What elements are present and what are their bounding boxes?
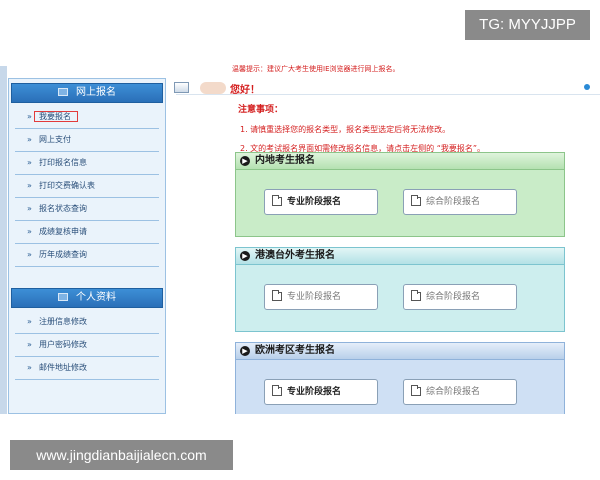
panel-title: ▶ 欧洲考区考生报名 bbox=[236, 343, 564, 360]
folder-icon bbox=[411, 195, 421, 206]
folder-icon bbox=[272, 290, 282, 301]
screenshot-page: TG: MYYJJPP 网上报名 » 我要报名 » 网上支付 » 打印报名信息 » 打印… bbox=[0, 0, 600, 480]
notice-title: 注意事项： bbox=[238, 105, 284, 115]
arrow-right-icon: » bbox=[27, 363, 32, 372]
person-icon bbox=[58, 293, 68, 301]
sidebar-item-print-payment-confirmation[interactable]: » 打印交费确认表 bbox=[15, 175, 159, 198]
arrow-circle-icon: ▶ bbox=[240, 346, 250, 356]
sidebar-item-edit-registration-info[interactable]: » 注册信息修改 bbox=[15, 311, 159, 334]
sidebar-item-past-scores[interactable]: » 历年成绩查询 bbox=[15, 244, 159, 267]
arrow-right-icon: » bbox=[27, 181, 32, 190]
monitor-icon bbox=[58, 88, 68, 96]
folder-icon bbox=[411, 385, 421, 396]
sidebar-item-change-password[interactable]: » 用户密码修改 bbox=[15, 334, 159, 357]
sidebar-item-change-email[interactable]: » 邮件地址修改 bbox=[15, 357, 159, 380]
europe-registration-panel: ▶ 欧洲考区考生报名 专业阶段报名 综合阶段报名 bbox=[235, 342, 565, 414]
screen-icon bbox=[174, 82, 189, 93]
info-dot-icon bbox=[584, 84, 590, 90]
arrow-right-icon: » bbox=[27, 340, 32, 349]
arrow-right-icon: » bbox=[27, 227, 32, 236]
folder-icon bbox=[272, 195, 282, 206]
sidebar-item-online-payment[interactable]: » 网上支付 bbox=[15, 129, 159, 152]
hk-macao-taiwan-registration-panel: ▶ 港澳台外考生报名 专业阶段报名 综合阶段报名 bbox=[235, 247, 565, 332]
arrow-right-icon: » bbox=[27, 112, 32, 121]
sidebar-item-register[interactable]: » 我要报名 bbox=[15, 106, 159, 129]
comprehensive-stage-button[interactable]: 综合阶段报名 bbox=[403, 189, 517, 215]
panel-title: ▶ 内地考生报名 bbox=[236, 153, 564, 170]
watermark-telegram: TG: MYYJJPP bbox=[465, 10, 590, 40]
mainland-registration-panel: ▶ 内地考生报名 专业阶段报名 综合阶段报名 bbox=[235, 152, 565, 237]
arrow-right-icon: » bbox=[27, 158, 32, 167]
arrow-right-icon: » bbox=[27, 317, 32, 326]
panel-title: ▶ 港澳台外考生报名 bbox=[236, 248, 564, 265]
sidebar-header-personal-info: 个人资料 bbox=[11, 288, 163, 308]
folder-icon bbox=[272, 385, 282, 396]
arrow-right-icon: » bbox=[27, 204, 32, 213]
professional-stage-button[interactable]: 专业阶段报名 bbox=[264, 379, 378, 405]
sidebar: 网上报名 » 我要报名 » 网上支付 » 打印报名信息 » 打印交费确认表 » 报名状态查… bbox=[8, 78, 166, 414]
blurred-username bbox=[200, 82, 226, 94]
comprehensive-stage-button[interactable]: 综合阶段报名 bbox=[403, 284, 517, 310]
exam-registration-app: 网上报名 » 我要报名 » 网上支付 » 打印报名信息 » 打印交费确认表 » 报名状态查… bbox=[0, 65, 600, 414]
sidebar-item-print-registration[interactable]: » 打印报名信息 bbox=[15, 152, 159, 175]
sidebar-header-online-registration: 网上报名 bbox=[11, 83, 163, 103]
content-header: 温馨提示：建议广大考生使用IE浏览器进行网上报名。 您好！ bbox=[172, 65, 600, 98]
comprehensive-stage-button[interactable]: 综合阶段报名 bbox=[403, 379, 517, 405]
arrow-circle-icon: ▶ bbox=[240, 156, 250, 166]
notice-line-1: 1. 请慎重选择您的报名类型，报名类型选定后将无法修改。 bbox=[240, 125, 451, 134]
professional-stage-button[interactable]: 专业阶段报名 bbox=[264, 189, 378, 215]
folder-icon bbox=[411, 290, 421, 301]
professional-stage-button[interactable]: 专业阶段报名 bbox=[264, 284, 378, 310]
window-left-edge bbox=[0, 66, 7, 414]
sidebar-item-registration-status[interactable]: » 报名状态查询 bbox=[15, 198, 159, 221]
sidebar-item-score-review[interactable]: » 成绩复核申请 bbox=[15, 221, 159, 244]
header-divider bbox=[176, 94, 600, 95]
browser-tip: 温馨提示：建议广大考生使用IE浏览器进行网上报名。 bbox=[232, 65, 400, 73]
arrow-right-icon: » bbox=[27, 135, 32, 144]
arrow-right-icon: » bbox=[27, 250, 32, 259]
watermark-website: www.jingdianbaijialecn.com bbox=[10, 440, 233, 470]
arrow-circle-icon: ▶ bbox=[240, 251, 250, 261]
